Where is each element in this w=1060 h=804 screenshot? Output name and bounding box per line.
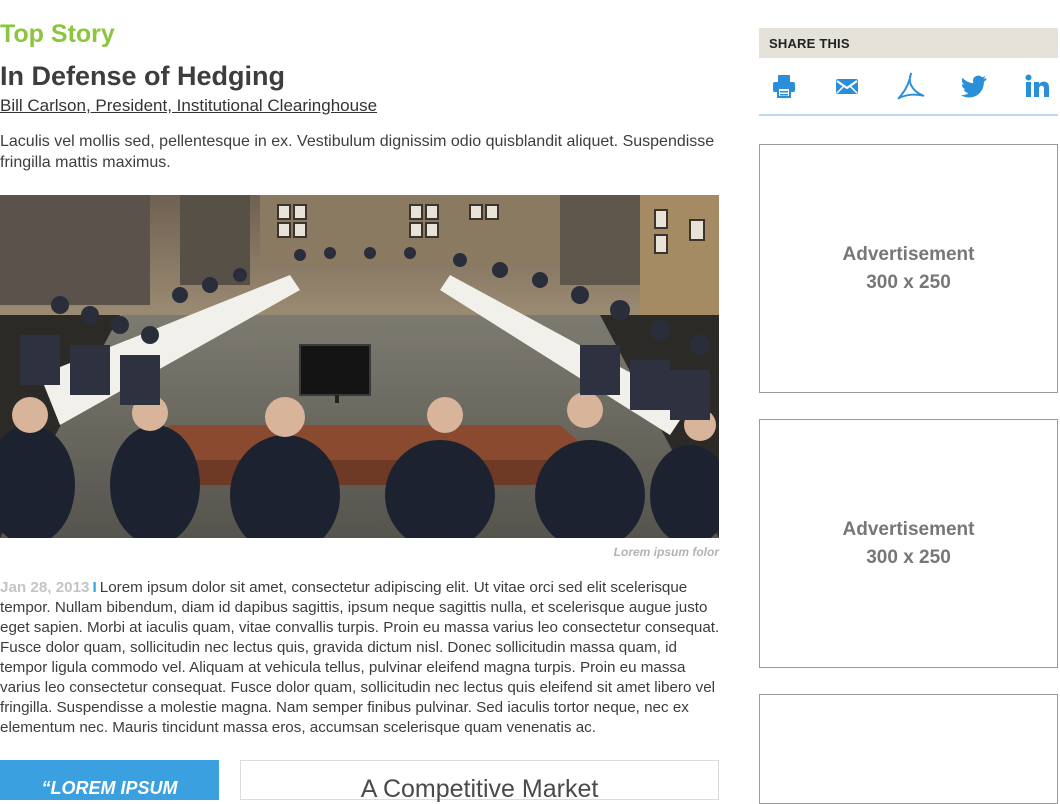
- twitter-icon[interactable]: [959, 71, 989, 101]
- article-date: Jan 28, 2013: [0, 579, 90, 596]
- printer-icon[interactable]: [769, 71, 799, 101]
- linkedin-icon[interactable]: [1022, 71, 1052, 101]
- email-icon[interactable]: [832, 71, 862, 101]
- ad-label: Advertisement: [842, 518, 975, 540]
- share-toolbar: [759, 58, 1058, 116]
- pull-quote-box[interactable]: “LOREM IPSUM: [0, 760, 219, 800]
- promo-card-title: A Competitive Market: [360, 775, 599, 803]
- share-header: SHARE THIS: [759, 28, 1058, 58]
- article-headline[interactable]: In Defense of Hedging: [0, 61, 285, 92]
- advertisement-slot-2[interactable]: Advertisement 300 x 250: [759, 419, 1058, 668]
- section-label[interactable]: Top Story: [0, 20, 115, 49]
- advertisement-slot-3[interactable]: [759, 694, 1058, 804]
- image-caption: Lorem ipsum folor: [613, 545, 719, 559]
- ad-size: 300 x 250: [866, 271, 951, 293]
- advertisement-slot-1[interactable]: Advertisement 300 x 250: [759, 144, 1058, 393]
- ad-label: Advertisement: [842, 243, 975, 265]
- article-body: Jan 28, 2013 I Lorem ipsum dolor sit amet,…: [0, 578, 722, 738]
- promo-card[interactable]: A Competitive Market: [240, 760, 719, 803]
- pull-quote-text: “LOREM IPSUM: [41, 778, 178, 798]
- date-separator: I: [92, 579, 97, 596]
- article-byline-link[interactable]: Bill Carlson, President, Institutional C…: [0, 96, 377, 116]
- ad-size: 300 x 250: [866, 546, 951, 568]
- hero-image: [0, 195, 719, 538]
- pdf-icon[interactable]: [896, 71, 926, 101]
- article-dek: Laculis vel mollis sed, pellentesque in …: [0, 133, 715, 171]
- article-body-text: Lorem ipsum dolor sit amet, consectetur …: [0, 579, 720, 736]
